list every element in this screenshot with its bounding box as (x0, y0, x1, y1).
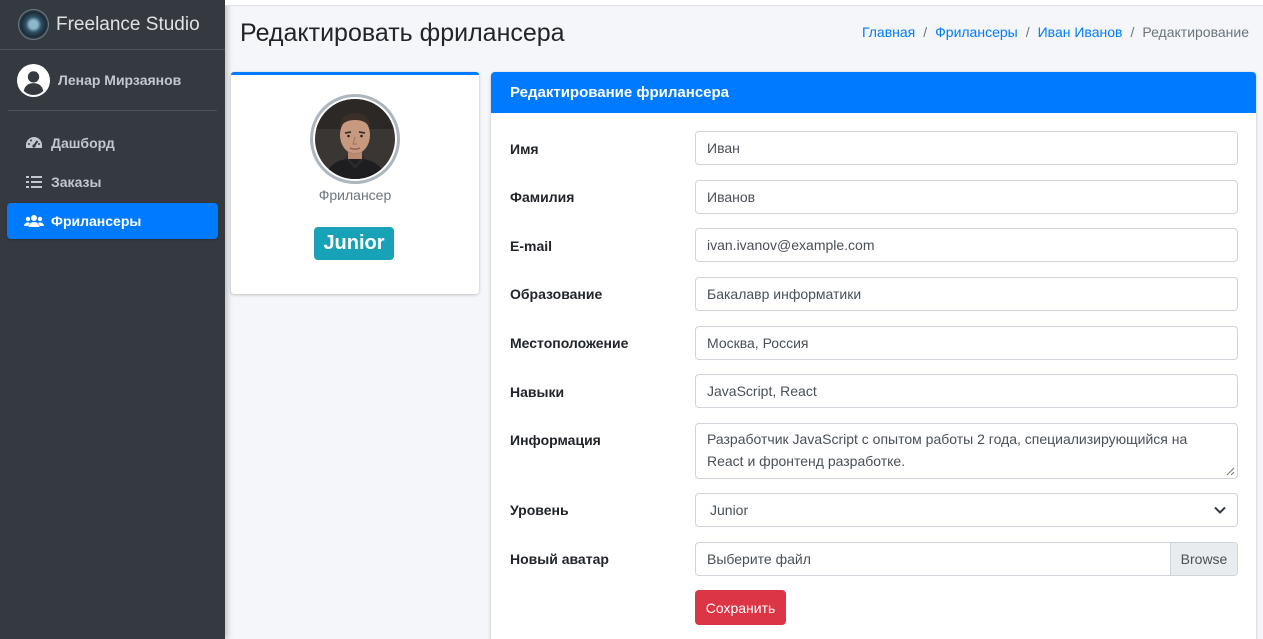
location-input[interactable]: Москва, Россия (695, 326, 1238, 360)
level-label: Уровень (510, 502, 569, 518)
skills-label: Навыки (510, 384, 565, 400)
brand-link[interactable]: Freelance Studio (0, 0, 225, 50)
sidebar-nav: Дашборд Заказы Фрилансеры (0, 125, 225, 239)
file-input-placeholder: Выберите файл (707, 551, 811, 567)
breadcrumb: Главная / Фрилансеры / Иван Иванов / Ред… (862, 24, 1249, 40)
skills-input[interactable]: JavaScript, React (695, 374, 1238, 408)
breadcrumb-separator: / (1130, 24, 1135, 40)
sidebar-item-label: Дашборд (51, 135, 115, 151)
sidebar: Freelance Studio Ленар Мирзаянов Дашборд… (0, 0, 225, 639)
education-input[interactable]: Бакалавр информатики (695, 277, 1238, 311)
first-name-label: Имя (510, 141, 539, 157)
sidebar-item-label: Фрилансеры (51, 213, 142, 229)
breadcrumb-separator: / (923, 24, 928, 40)
first-name-input[interactable]: Иван (695, 131, 1238, 165)
email-input[interactable]: ivan.ivanov@example.com (695, 228, 1238, 262)
breadcrumb-home[interactable]: Главная (862, 24, 915, 40)
info-label: Информация (510, 432, 601, 448)
avatar-file-input[interactable]: Выберите файл Browse (695, 542, 1238, 576)
edit-form-card: Редактирование фрилансера Имя Иван Фамил… (491, 72, 1256, 639)
avatar-label: Новый аватар (510, 551, 609, 567)
list-icon (24, 174, 44, 190)
tachometer-icon (24, 135, 44, 151)
chevron-down-icon (1214, 506, 1226, 514)
users-icon (24, 213, 44, 229)
brand-text: Freelance Studio (56, 13, 200, 35)
level-badge: Junior (314, 227, 394, 260)
resize-grip-icon[interactable] (1226, 467, 1235, 476)
page-title: Редактировать фрилансера (240, 19, 565, 47)
education-label: Образование (510, 286, 603, 302)
info-textarea-text: Разработчик JavaScript с опытом работы 2… (707, 431, 1188, 469)
brand-logo (19, 10, 48, 39)
user-name: Ленар Мирзаянов (58, 72, 182, 88)
level-select[interactable]: Junior (695, 493, 1238, 527)
profile-photo (315, 99, 395, 179)
info-textarea[interactable]: Разработчик JavaScript с опытом работы 2… (695, 423, 1238, 479)
profile-avatar (310, 94, 400, 184)
breadcrumb-freelancers[interactable]: Фрилансеры (935, 24, 1018, 40)
breadcrumb-freelancer[interactable]: Иван Иванов (1038, 24, 1123, 40)
sidebar-item-dashboard[interactable]: Дашборд (7, 125, 218, 161)
save-button[interactable]: Сохранить (695, 590, 786, 625)
sidebar-item-orders[interactable]: Заказы (7, 164, 218, 200)
sidebar-item-freelancers[interactable]: Фрилансеры (7, 203, 218, 239)
user-panel[interactable]: Ленар Мирзаянов (8, 50, 217, 111)
level-select-value: Junior (710, 502, 749, 518)
breadcrumb-current: Редактирование (1142, 24, 1249, 40)
last-name-label: Фамилия (510, 189, 575, 205)
breadcrumb-separator: / (1025, 24, 1030, 40)
last-name-input[interactable]: Иванов (695, 180, 1238, 214)
sidebar-item-label: Заказы (51, 174, 102, 190)
user-avatar-icon (17, 63, 50, 97)
top-navbar (225, 0, 1263, 6)
email-label: E-mail (510, 238, 553, 254)
profile-role: Фрилансер (318, 187, 392, 203)
browse-button[interactable]: Browse (1170, 543, 1237, 575)
profile-card: Фрилансер Junior (231, 72, 479, 294)
form-card-title: Редактирование фрилансера (491, 72, 1256, 113)
location-label: Местоположение (510, 335, 629, 351)
